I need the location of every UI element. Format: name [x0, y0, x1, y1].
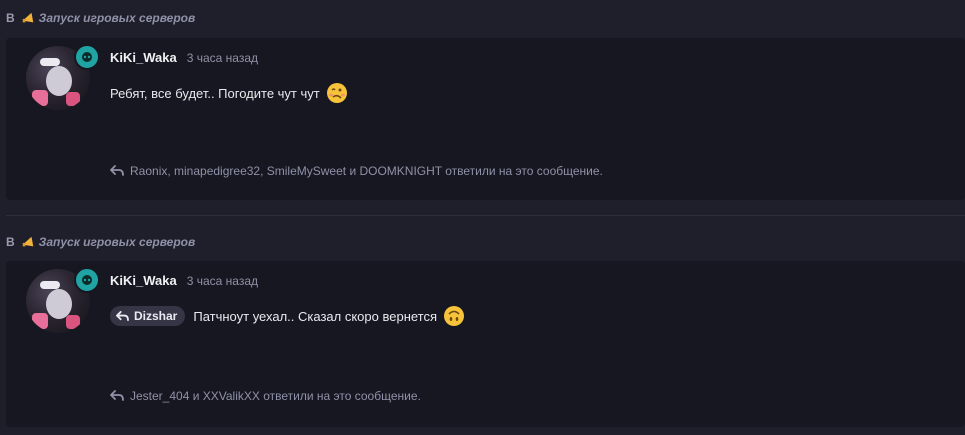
- avatar[interactable]: [26, 44, 100, 116]
- megaphone-icon: [22, 12, 33, 23]
- channel-name: Запуск игровых серверов: [38, 11, 196, 25]
- message-card: KiKi_Waka 3 часа назад Dizshar Патчноут …: [6, 261, 965, 427]
- message-meta: KiKi_Waka 3 часа назад: [110, 50, 258, 65]
- timestamp[interactable]: 3 часа назад: [187, 274, 258, 288]
- reply-arrow-icon: [116, 310, 129, 321]
- message-text: Патчноут уехал.. Сказал скоро вернется: [193, 308, 438, 324]
- post-divider: [6, 215, 965, 216]
- timestamp[interactable]: 3 часа назад: [187, 51, 258, 65]
- chat-badge-icon: [74, 267, 100, 293]
- chat-badge-icon: [74, 44, 100, 70]
- reply-arrow-icon: [110, 390, 124, 401]
- replies-text: Jester_404 и XXValikXX ответили на это с…: [130, 389, 421, 403]
- reply-mention[interactable]: Dizshar: [110, 306, 186, 326]
- replies-summary[interactable]: Jester_404 и XXValikXX ответили на это с…: [110, 389, 421, 403]
- message-text: Ребят, все будет.. Погодите чут чут: [110, 85, 320, 101]
- avatar[interactable]: [26, 267, 100, 339]
- reply-arrow-icon: [110, 165, 124, 176]
- upside-down-face-icon: [444, 306, 465, 326]
- author-name[interactable]: KiKi_Waka: [110, 273, 177, 288]
- replies-text: Raonix, minapedigree32, SmileMySweet и D…: [130, 164, 603, 178]
- megaphone-icon: [22, 236, 33, 247]
- channel-name: Запуск игровых серверов: [38, 235, 196, 249]
- replies-summary[interactable]: Raonix, minapedigree32, SmileMySweet и D…: [110, 164, 603, 178]
- channel-line[interactable]: В Запуск игровых серверов: [6, 9, 195, 27]
- channel-line[interactable]: В Запуск игровых серверов: [6, 233, 195, 251]
- reply-mention-name: Dizshar: [134, 309, 178, 323]
- message-card: KiKi_Waka 3 часа назад Ребят, все будет.…: [6, 38, 965, 200]
- channel-prefix: В: [6, 11, 15, 25]
- channel-prefix: В: [6, 235, 15, 249]
- message-body: Dizshar Патчноут уехал.. Сказал скоро ве…: [110, 305, 465, 327]
- woozy-face-icon: [326, 83, 347, 103]
- message-body: Ребят, все будет.. Погодите чут чут: [110, 82, 348, 104]
- message-meta: KiKi_Waka 3 часа назад: [110, 273, 258, 288]
- author-name[interactable]: KiKi_Waka: [110, 50, 177, 65]
